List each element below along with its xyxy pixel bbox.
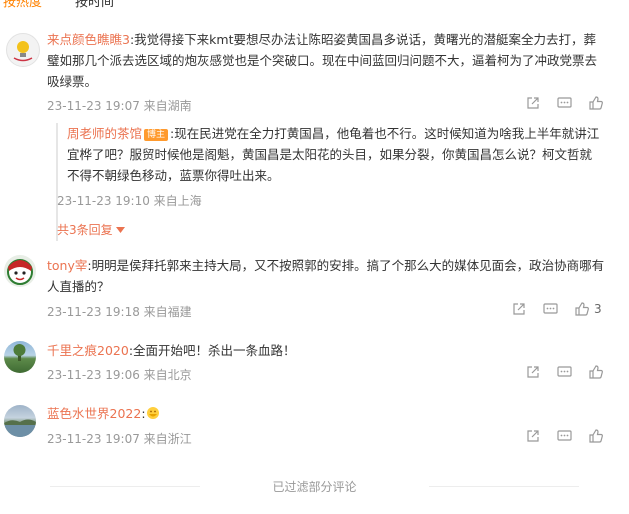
comment-actions: 3 <box>512 302 602 316</box>
comment-body: 来点颜色瞧瞧3:我觉得接下来kmt要想尽办法让陈昭姿黄国昌多说话，黄曙光的潜艇案… <box>47 29 607 92</box>
comment-author[interactable]: 千里之痕2020 <box>47 343 129 358</box>
tab-by-time[interactable]: 按时间 <box>75 0 114 11</box>
comment-button[interactable] <box>543 302 558 316</box>
comment-text: :明明是侯拜托郭来主持大局，又不按照郭的安排。搞了个那么大的媒体见面会，政治协商… <box>47 258 605 294</box>
divider <box>429 486 579 487</box>
reply-body: 周老师的茶馆 博主:现在民进党在全力打黄国昌，他龟着也不行。这时候知道为啥我上半年… <box>67 123 602 186</box>
caret-down-icon <box>116 227 126 233</box>
comment-meta: 23-11-23 19:18 来自福建 <box>47 305 192 319</box>
comment-meta: 23-11-23 19:06 来自北京 <box>47 368 192 382</box>
comment-button[interactable] <box>557 365 572 379</box>
like-button[interactable] <box>589 429 603 443</box>
comment-body: 蓝色水世界2022: <box>47 403 607 424</box>
share-button[interactable] <box>526 96 540 110</box>
reply-meta: 23-11-23 19:10 来自上海 <box>57 194 202 208</box>
landscape-avatar-icon <box>13 344 26 361</box>
comment-author[interactable]: 蓝色水世界2022 <box>47 406 141 421</box>
more-replies-label: 共3条回复 <box>57 223 113 237</box>
share-icon <box>527 430 539 442</box>
like-button[interactable]: 3 <box>575 302 602 316</box>
comment-icon <box>557 430 572 441</box>
comment-author[interactable]: tony宰 <box>47 258 87 273</box>
avatar[interactable] <box>4 255 36 287</box>
share-icon <box>527 97 539 109</box>
share-icon <box>513 303 525 315</box>
tab-by-hot[interactable]: 按热度 <box>3 0 42 11</box>
author-badge: 博主 <box>144 129 169 141</box>
share-icon <box>527 366 539 378</box>
comment-text: :全面开始吧！杀出一条血路！ <box>128 343 296 358</box>
thumbs-up-icon <box>589 96 603 110</box>
reply-author[interactable]: 周老师的茶馆 <box>67 126 142 141</box>
emoji-icon <box>146 407 159 419</box>
comment-actions <box>526 96 603 110</box>
avatar[interactable] <box>6 33 40 67</box>
avatar[interactable] <box>4 405 36 437</box>
comment-icon <box>543 303 558 314</box>
lake-avatar-icon <box>4 419 36 437</box>
cartoon-avatar-icon <box>7 259 33 285</box>
comment-actions <box>526 365 603 379</box>
like-count: 3 <box>594 302 602 316</box>
share-button[interactable] <box>526 365 540 379</box>
lightbulb-avatar-icon <box>13 41 33 62</box>
share-button[interactable] <box>526 429 540 443</box>
comment-button[interactable] <box>557 96 572 110</box>
avatar[interactable] <box>4 341 36 373</box>
comment-body: 千里之痕2020:全面开始吧！杀出一条血路！ <box>47 340 607 361</box>
comment-meta: 23-11-23 19:07 来自湖南 <box>47 99 192 113</box>
comment-body: tony宰:明明是侯拜托郭来主持大局，又不按照郭的安排。搞了个那么大的媒体见面会… <box>47 255 609 297</box>
more-replies-link[interactable]: 共3条回复 <box>57 221 126 238</box>
divider <box>50 486 200 487</box>
comment-button[interactable] <box>557 429 572 443</box>
comment-actions <box>526 429 603 443</box>
like-button[interactable] <box>589 96 603 110</box>
comment-meta: 23-11-23 19:07 来自浙江 <box>47 432 192 446</box>
comment-icon <box>557 97 572 108</box>
filtered-label: 已过滤部分评论 <box>272 480 357 494</box>
filtered-comments-notice: 已过滤部分评论 <box>0 478 629 494</box>
comment-author[interactable]: 来点颜色瞧瞧3 <box>47 32 130 47</box>
thumbs-up-icon <box>589 365 603 379</box>
like-button[interactable] <box>589 365 603 379</box>
thumbs-up-icon <box>589 429 603 443</box>
comment-text: :我觉得接下来kmt要想尽办法让陈昭姿黄国昌多说话，黄曙光的潜艇案全力去打，葬璧… <box>47 32 598 89</box>
thumbs-up-icon <box>575 302 589 316</box>
share-button[interactable] <box>512 302 526 316</box>
comment-icon <box>557 366 572 377</box>
